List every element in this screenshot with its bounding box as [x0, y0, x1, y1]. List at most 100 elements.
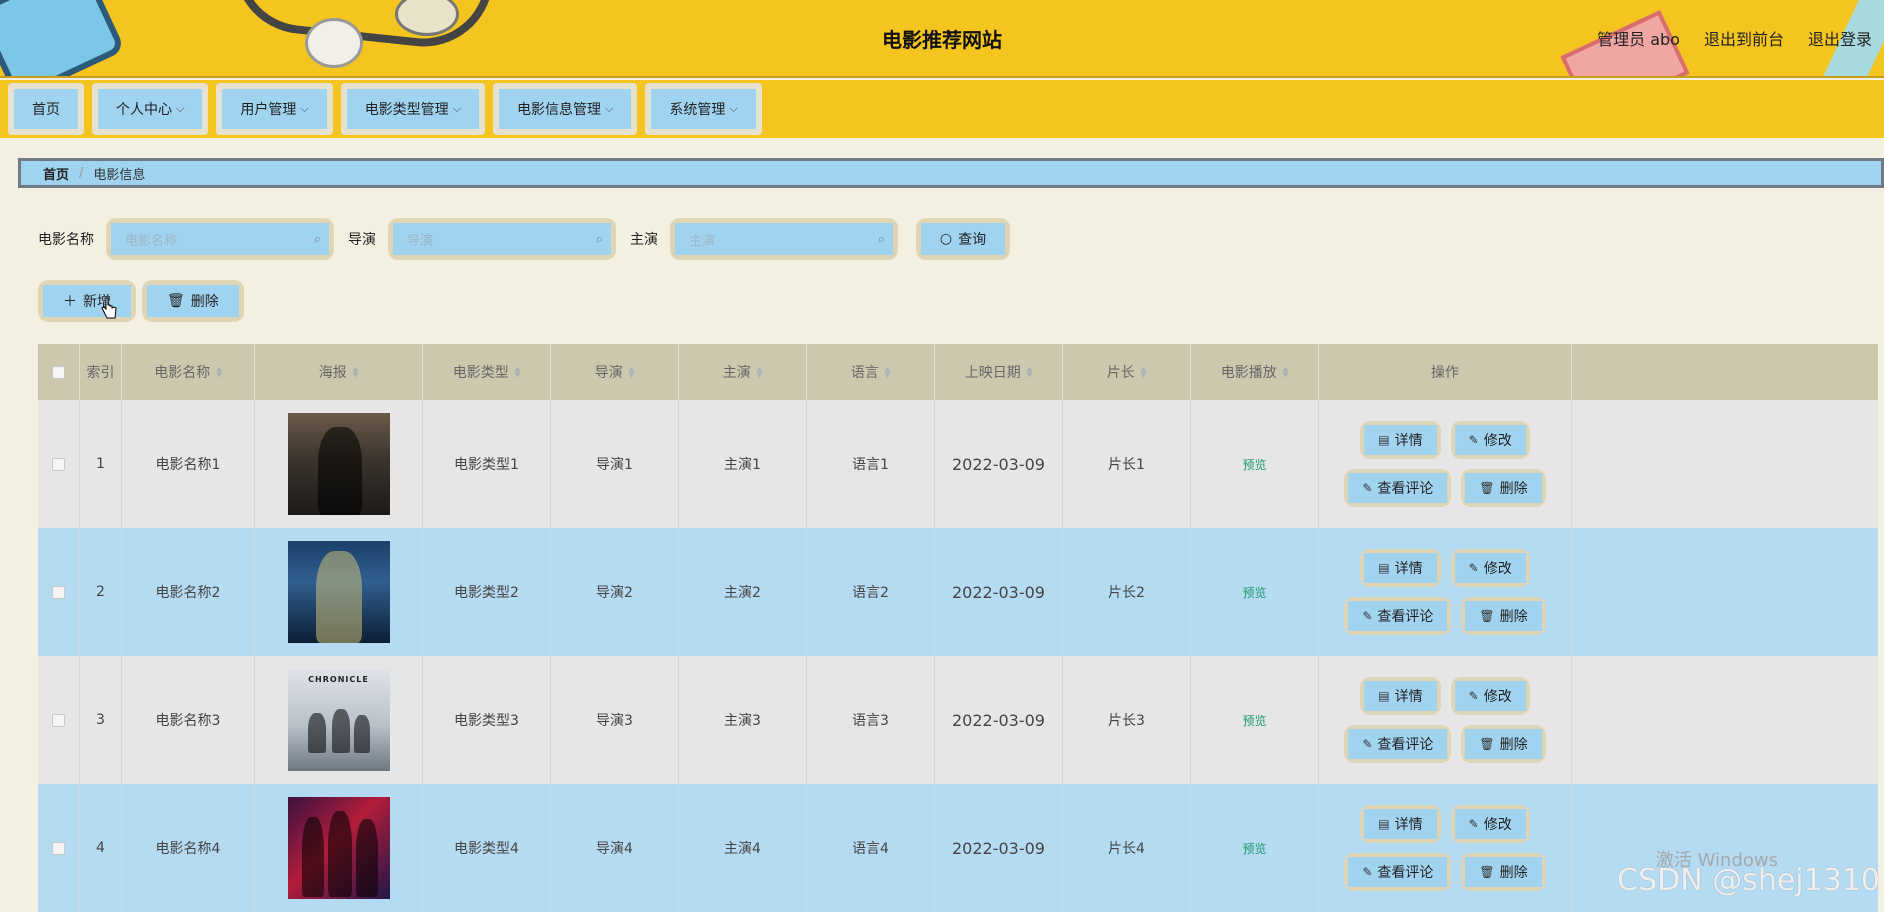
column-label: 语言	[850, 365, 879, 381]
edit-label: 修改	[1483, 561, 1512, 577]
detail-label: 详情	[1394, 433, 1423, 449]
type-cell: 电影类型4	[423, 784, 551, 912]
pencil-icon: ✎	[1468, 433, 1479, 447]
header-length[interactable]: 片长 ▲ ▼	[1063, 344, 1191, 400]
trash-icon: 🗑	[1479, 737, 1495, 751]
row-checkbox[interactable]	[52, 585, 65, 599]
row-delete-button[interactable]: 🗑 删除	[1461, 469, 1546, 507]
row-checkbox[interactable]	[52, 713, 65, 727]
detail-button[interactable]: ▤ 详情	[1360, 677, 1441, 715]
poster-image[interactable]	[287, 541, 390, 643]
table-row: 2 电影名称2 电影类型2 导演2 主演2 语言2 2022-03-09 片长2…	[38, 528, 1878, 656]
nav-label: 用户管理	[240, 102, 297, 118]
header-director[interactable]: 导演 ▲ ▼	[551, 344, 679, 400]
type-cell: 电影类型2	[423, 528, 551, 656]
header-language[interactable]: 语言 ▲ ▼	[807, 344, 935, 400]
preview-link[interactable]: 预览	[1242, 840, 1266, 857]
sort-icon: ▲ ▼	[884, 365, 891, 379]
delete-label: 删除	[1499, 481, 1528, 497]
detail-button[interactable]: ▤ 详情	[1360, 805, 1441, 843]
name-cell: 电影名称2	[122, 528, 255, 656]
header-index: 索引	[80, 344, 122, 400]
index-cell: 1	[80, 400, 122, 528]
row-checkbox[interactable]	[52, 841, 65, 855]
select-all-checkbox[interactable]	[52, 365, 65, 379]
query-label: 查询	[958, 232, 987, 248]
nav-system-management[interactable]: 系统管理 ⌵	[645, 83, 762, 135]
nav-movie-type-management[interactable]: 电影类型管理 ⌵	[340, 83, 486, 135]
edit-button[interactable]: ✎ 修改	[1450, 421, 1530, 459]
row-delete-button[interactable]: 🗑 删除	[1461, 725, 1546, 763]
sort-icon: ▲ ▼	[1140, 365, 1147, 379]
preview-link[interactable]: 预览	[1242, 584, 1266, 601]
edit-label: 修改	[1483, 689, 1512, 705]
breadcrumb-home[interactable]: 首页	[43, 164, 69, 183]
view-comments-button[interactable]: ✎ 查看评论	[1344, 725, 1452, 763]
row-checkbox-cell	[38, 784, 80, 912]
index-cell: 4	[80, 784, 122, 912]
query-button[interactable]: ○ 查询	[916, 218, 1010, 260]
add-button[interactable]: ＋新增	[38, 280, 136, 322]
search-icon: ○	[939, 231, 953, 247]
poster-image[interactable]: CHRONICLE	[287, 669, 390, 771]
preview-link[interactable]: 预览	[1242, 456, 1266, 473]
nav-home[interactable]: 首页	[8, 83, 84, 135]
operations-cell: ▤ 详情 ✎ 修改 ✎ 查看评论 🗑 删除	[1319, 528, 1572, 656]
row-checkbox[interactable]	[52, 457, 65, 471]
trash-icon: 🗑	[1479, 865, 1495, 879]
edit-label: 修改	[1483, 433, 1512, 449]
index-cell: 3	[80, 656, 122, 784]
table-row: 3 电影名称3 CHRONICLE 电影类型3 导演3 主演3 语言3 2022…	[38, 656, 1878, 784]
header-type[interactable]: 电影类型 ▲ ▼	[423, 344, 551, 400]
director-input[interactable]: 导演 ⌕	[388, 218, 616, 260]
date-cell: 2022-03-09	[935, 528, 1063, 656]
column-label: 索引	[86, 365, 115, 381]
search-icon: ⌕	[595, 231, 603, 247]
length-cell: 片长2	[1063, 528, 1191, 656]
admin-name[interactable]: 管理员 abo	[1597, 26, 1680, 50]
header-poster[interactable]: 海报 ▲ ▼	[255, 344, 423, 400]
pencil-icon: ✎	[1468, 561, 1479, 575]
header-release-date[interactable]: 上映日期 ▲ ▼	[935, 344, 1063, 400]
nav-personal-center[interactable]: 个人中心 ⌵	[92, 83, 209, 135]
name-cell: 电影名称4	[122, 784, 255, 912]
comments-label: 查看评论	[1377, 865, 1434, 881]
director-cell: 导演3	[551, 656, 679, 784]
row-delete-button[interactable]: 🗑 删除	[1461, 853, 1546, 891]
nav-movie-info-management[interactable]: 电影信息管理 ⌵	[493, 83, 638, 135]
view-comments-button[interactable]: ✎ 查看评论	[1344, 853, 1452, 891]
preview-link[interactable]: 预览	[1242, 712, 1266, 729]
view-comments-button[interactable]: ✎ 查看评论	[1344, 597, 1452, 635]
nav-user-management[interactable]: 用户管理 ⌵	[216, 83, 333, 135]
header-operations: 操作	[1319, 344, 1572, 400]
index-cell: 2	[80, 528, 122, 656]
detail-button[interactable]: ▤ 详情	[1360, 549, 1441, 587]
breadcrumb-separator: /	[79, 165, 84, 181]
poster-image[interactable]	[287, 797, 390, 899]
table-row: 4 电影名称4 电影类型4 导演4 主演4 语言4 2022-03-09 片长4…	[38, 784, 1878, 912]
poster-image[interactable]	[287, 413, 390, 515]
comments-label: 查看评论	[1377, 609, 1434, 625]
row-delete-button[interactable]: 🗑 删除	[1461, 597, 1546, 635]
pencil-icon: ✎	[1362, 609, 1373, 623]
actor-input[interactable]: 主演 ⌕	[670, 218, 898, 260]
actor-placeholder: 主演	[689, 233, 716, 249]
view-comments-button[interactable]: ✎ 查看评论	[1344, 469, 1452, 507]
header-name[interactable]: 电影名称 ▲ ▼	[122, 344, 255, 400]
sort-icon: ▲ ▼	[514, 365, 521, 379]
logout-link[interactable]: 退出登录	[1808, 26, 1872, 50]
edit-button[interactable]: ✎ 修改	[1450, 549, 1530, 587]
breadcrumb: 首页 / 电影信息	[18, 158, 1884, 188]
detail-button[interactable]: ▤ 详情	[1360, 421, 1441, 459]
exit-to-front-link[interactable]: 退出到前台	[1704, 26, 1784, 50]
column-label: 操作	[1431, 365, 1459, 381]
header-actor[interactable]: 主演 ▲ ▼	[679, 344, 807, 400]
column-label: 片长	[1106, 365, 1135, 381]
edit-button[interactable]: ✎ 修改	[1450, 805, 1530, 843]
edit-button[interactable]: ✎ 修改	[1450, 677, 1530, 715]
movie-name-input[interactable]: 电影名称 ⌕	[106, 218, 334, 260]
batch-delete-button[interactable]: 🗑 删除	[142, 280, 244, 322]
operations-cell: ▤ 详情 ✎ 修改 ✎ 查看评论 🗑 删除	[1319, 400, 1572, 528]
header-play[interactable]: 电影播放 ▲ ▼	[1191, 344, 1319, 400]
language-cell: 语言3	[807, 656, 935, 784]
